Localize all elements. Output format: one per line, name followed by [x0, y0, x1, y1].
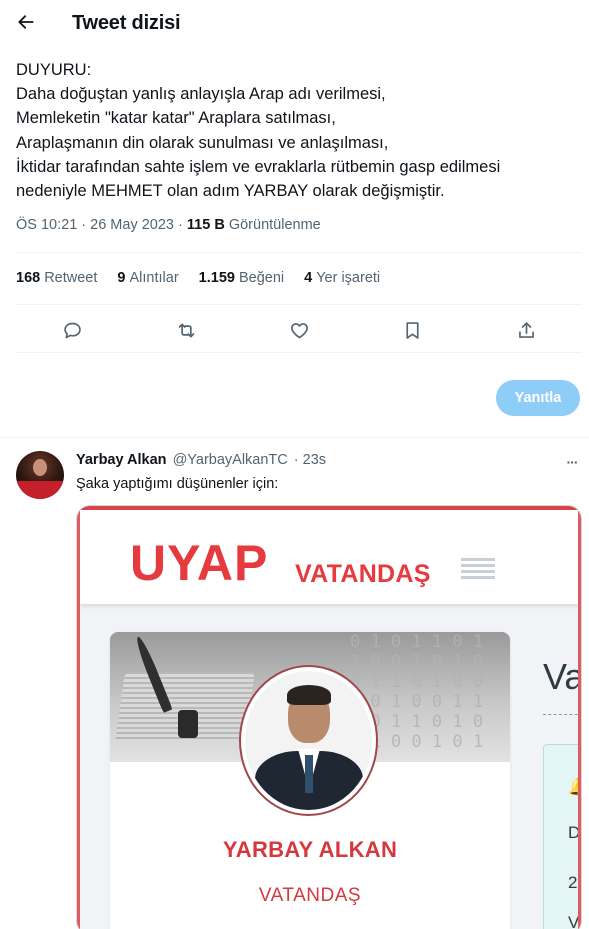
avatar-flag: [16, 481, 64, 499]
more-icon: ···: [566, 454, 579, 470]
retweet-icon: [178, 323, 194, 337]
image-border: [578, 506, 581, 929]
uyap-logo: UYAP: [130, 535, 269, 591]
like-action[interactable]: [281, 312, 317, 348]
share-icon: [518, 321, 534, 338]
divider: [16, 304, 582, 305]
top-bar: Tweet dizisi: [0, 0, 589, 50]
tweet-line: Daha doğuştan yanlış anlayışla Arap adı …: [16, 85, 386, 104]
divider: [16, 352, 582, 353]
card-role: VATANDAŞ: [258, 885, 362, 906]
likes-count: 1.159: [198, 270, 235, 286]
card-name: YARBAY ALKAN: [222, 837, 398, 862]
menu-icon: [461, 558, 495, 586]
side-divider: [543, 714, 581, 715]
view-count-label: Görüntülenme: [228, 217, 321, 233]
image-border: [77, 506, 581, 510]
avatar[interactable]: [16, 451, 64, 499]
engagement-stats: 168 Retweet 9 Alıntılar 1.159 Beğeni 4 Yer i…: [16, 270, 400, 286]
tweet-line: nedeniyle MEHMET olan adım YARBAY olarak…: [16, 182, 445, 201]
reply-header: Yarbay Alkan @YarbayAlkanTC · 23s: [76, 452, 326, 468]
reply-author-name[interactable]: Yarbay Alkan: [76, 452, 167, 468]
quotes-count: 9: [117, 270, 126, 286]
more-options-button[interactable]: ···: [560, 452, 584, 472]
tweet-line: Araplaşmanın din olarak sunulması ve anl…: [16, 133, 389, 152]
page-title: Tweet dizisi: [72, 12, 181, 34]
view-count: 115 B: [186, 217, 225, 233]
tweet-text: DUYURU: Daha doğuştan yanlış anlayışla A…: [16, 58, 576, 203]
section-divider: [0, 437, 589, 438]
reply-time[interactable]: · 23s: [294, 452, 326, 468]
profile-card: 0 1 0 1 1 0 1 1 0 0 1 0 1 0 0 1 1 0 1 0 …: [110, 632, 510, 929]
tweet-timestamp[interactable]: ÖS 10:21 · 26 May 2023: [16, 217, 174, 233]
bookmarks-stat[interactable]: 4 Yer işareti: [304, 270, 380, 286]
bookmarks-count: 4: [304, 270, 313, 286]
uyap-header: UYAP VATANDAŞ: [80, 510, 580, 604]
avatar-face: [33, 459, 47, 476]
tweet-line: DUYURU:: [16, 61, 92, 79]
tweet-meta: ÖS 10:21 · 26 May 2023 · 115 B Görüntüle…: [16, 217, 321, 233]
retweets-label: Retweet: [44, 270, 98, 286]
inkwell-icon: [178, 710, 198, 738]
binary-row: 0 1 1 0 1 0 0: [350, 672, 484, 692]
bookmark-action[interactable]: [394, 312, 430, 348]
retweet-action[interactable]: [168, 312, 204, 348]
side-heading: Va: [543, 656, 582, 697]
reply-button[interactable]: Yanıtla: [496, 380, 580, 416]
share-action[interactable]: [508, 312, 544, 348]
image-border: [77, 506, 80, 929]
uyap-logo-subtitle: VATANDAŞ: [295, 560, 431, 588]
tweet-line: İktidar tarafından sahte işlem ve evrakl…: [16, 157, 501, 176]
likes-stat[interactable]: 1.159 Beğeni: [199, 270, 284, 286]
bookmarks-label: Yer işareti: [316, 270, 381, 286]
profile-photo: [239, 665, 378, 816]
tweet-line: Memleketin "katar katar" Araplara satılm…: [16, 109, 336, 128]
reply-author-handle[interactable]: @YarbayAlkanTC: [173, 452, 288, 468]
likes-label: Beğeni: [238, 270, 285, 286]
retweets-stat[interactable]: 168 Retweet: [16, 270, 97, 286]
quotes-stat[interactable]: 9 Alıntılar: [117, 270, 178, 286]
binary-row: 0 1 0 1 1 0 1: [350, 632, 484, 652]
reply-icon: [63, 322, 81, 338]
meta-separator: ·: [178, 217, 183, 233]
like-icon: [290, 322, 308, 338]
tweet-media-image[interactable]: UYAP VATANDAŞ 0 1 0 1 1 0 1 1 0 0 1 0 1 …: [76, 505, 582, 929]
action-bar: [0, 312, 589, 348]
reply-action[interactable]: [54, 312, 90, 348]
divider: [16, 252, 582, 253]
retweets-count: 168: [16, 270, 41, 286]
arrow-left-icon: [16, 12, 36, 37]
quotes-label: Alıntılar: [129, 270, 179, 286]
binary-row: 1 0 0 1 0 1 0: [350, 652, 484, 672]
binary-row: 1 0 1 0 0 1 1: [350, 692, 484, 712]
bookmark-icon: [405, 321, 419, 339]
side-letter: 2: [568, 873, 578, 892]
back-button[interactable]: [8, 6, 44, 42]
side-info-box: 🔔 D 2 V: [543, 744, 581, 929]
reply-text: Şaka yaptığımı düşünenler için:: [76, 476, 279, 492]
